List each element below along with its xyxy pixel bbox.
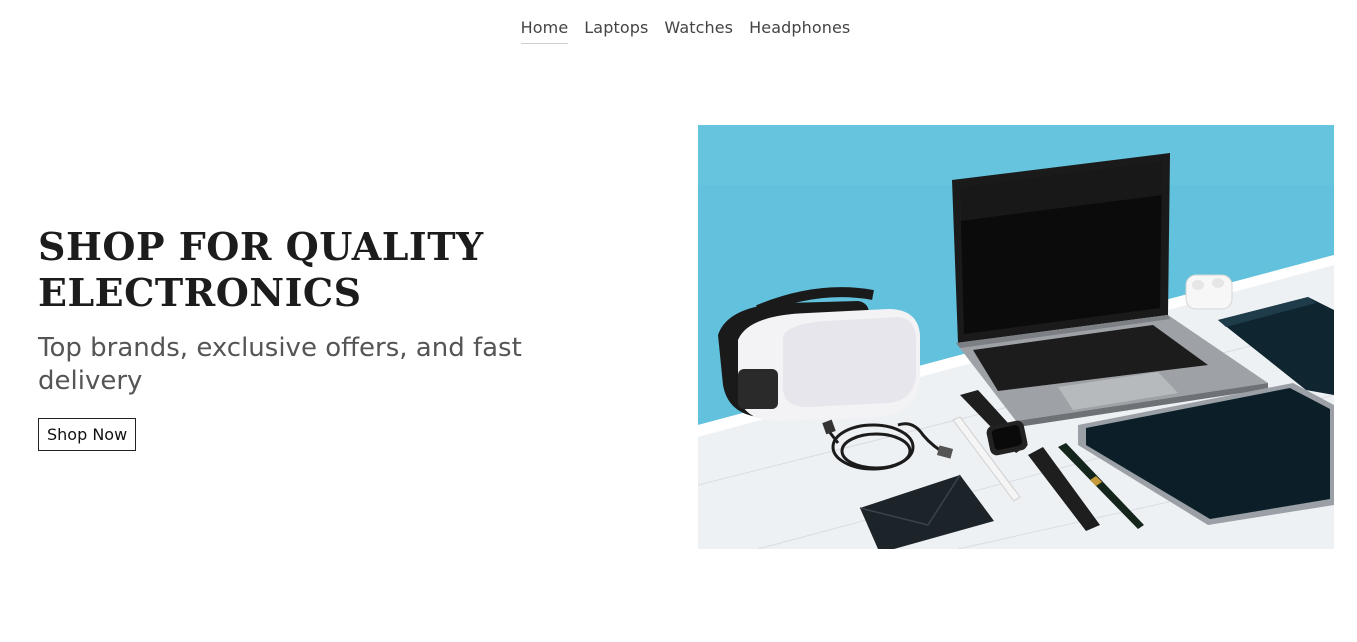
hero-subtitle: Top brands, exclusive offers, and fast d… bbox=[38, 333, 522, 396]
nav-laptops-link[interactable]: Laptops bbox=[584, 18, 648, 44]
nav-home-link[interactable]: Home bbox=[520, 18, 569, 44]
vr-headset-icon bbox=[718, 287, 920, 421]
nav-headphones-link[interactable]: Headphones bbox=[749, 18, 850, 44]
hero-title: SHOP FOR QUALITY ELECTRONICS bbox=[38, 224, 598, 316]
hero-title-line1: SHOP FOR QUALITY bbox=[38, 224, 484, 269]
earbuds-case-icon bbox=[1185, 274, 1233, 310]
main-nav: Home Laptops Watches Headphones bbox=[0, 18, 1357, 44]
hero-product-image bbox=[698, 125, 1334, 549]
hero-section: SHOP FOR QUALITY ELECTRONICS Top brands,… bbox=[38, 224, 598, 451]
shop-now-button[interactable]: Shop Now bbox=[38, 418, 137, 451]
nav-watches-link[interactable]: Watches bbox=[664, 18, 733, 44]
hero-title-line2: ELECTRONICS bbox=[38, 270, 362, 315]
